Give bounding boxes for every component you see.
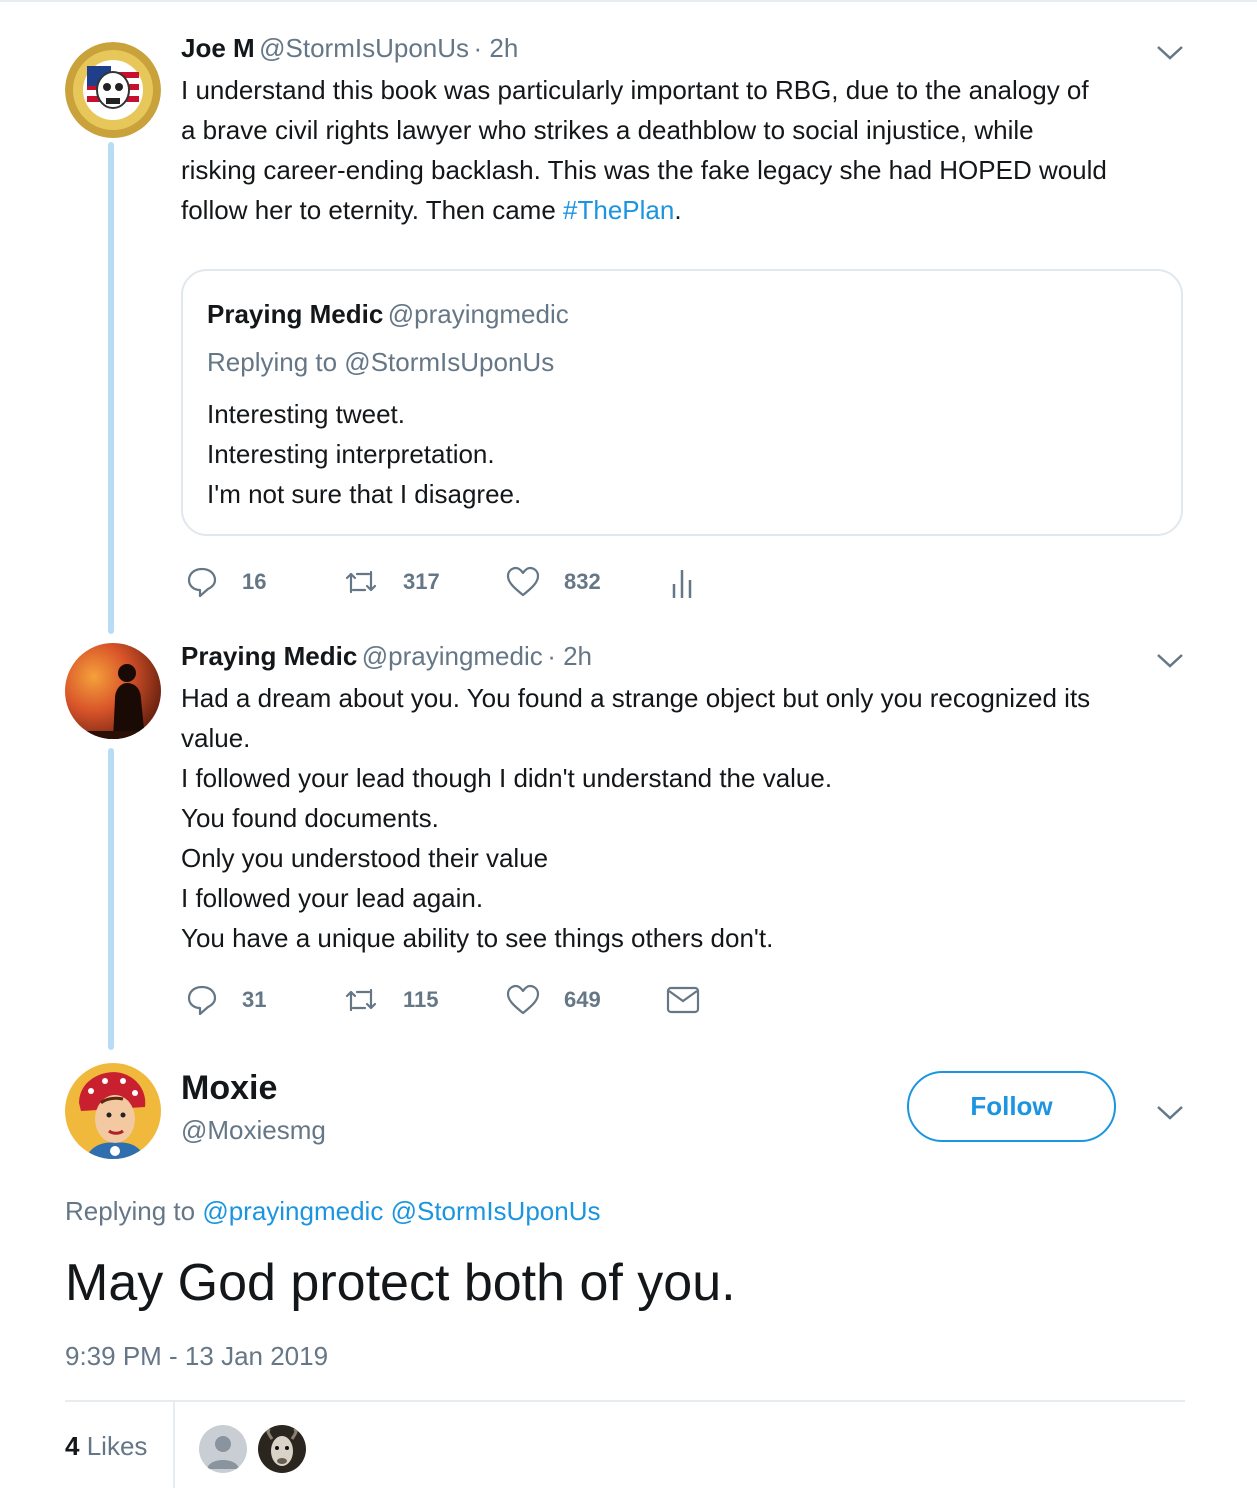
reply-button[interactable]: 31 bbox=[186, 984, 266, 1016]
main-author-handle[interactable]: @Moxiesmg bbox=[181, 1115, 326, 1146]
reply-button[interactable]: 16 bbox=[186, 566, 266, 598]
retweet-button[interactable]: 115 bbox=[343, 984, 439, 1016]
tweet2-header: Praying Medic @prayingmedic · 2h bbox=[181, 641, 592, 672]
silhouette-photo-icon bbox=[65, 643, 161, 739]
main-author-name[interactable]: Moxie bbox=[181, 1069, 277, 1108]
text-line: You have a unique ability to see things … bbox=[181, 923, 774, 953]
quote-text: Interesting tweet. Interesting interpret… bbox=[207, 394, 521, 514]
chevron-down-icon[interactable] bbox=[1155, 650, 1185, 670]
text-segment: follow her to eternity. Then came bbox=[181, 195, 564, 225]
text-segment: . bbox=[674, 195, 682, 225]
likes-label: Likes bbox=[86, 1431, 148, 1461]
like-button[interactable]: 832 bbox=[506, 566, 601, 598]
avatar-joe-m[interactable] bbox=[65, 42, 161, 138]
text-line: Only you understood their value bbox=[181, 843, 549, 873]
retweet-count: 317 bbox=[403, 569, 440, 594]
tweet1-text: I understand this book was particularly … bbox=[181, 70, 1107, 230]
reply-mention-link[interactable]: @StormIsUponUs bbox=[391, 1196, 601, 1226]
retweet-icon bbox=[345, 988, 377, 1012]
retweet-icon bbox=[345, 570, 377, 594]
tweet2-text: Had a dream about you. You found a stran… bbox=[181, 678, 1090, 958]
tweet-time[interactable]: · 2h bbox=[474, 33, 519, 63]
reply-icon bbox=[187, 567, 217, 598]
tweet1-header: Joe M @StormIsUponUs · 2h bbox=[181, 33, 518, 64]
text-line: I understand this book was particularly … bbox=[181, 75, 1089, 105]
main-tweet-text: May God protect both of you. bbox=[65, 1254, 736, 1312]
thread-line-2 bbox=[108, 748, 114, 1050]
author-name[interactable]: Joe M bbox=[181, 33, 255, 63]
goat-photo-icon bbox=[258, 1425, 306, 1473]
text-line: follow her to eternity. Then came #ThePl… bbox=[181, 190, 1107, 230]
like-count: 649 bbox=[564, 987, 601, 1012]
envelope-icon bbox=[666, 986, 700, 1014]
quote-replying-to: Replying to @StormIsUponUs bbox=[207, 347, 555, 377]
reply-count: 31 bbox=[242, 987, 267, 1012]
text-line: risking career-ending backlash. This was… bbox=[181, 155, 1107, 185]
liker-avatar[interactable] bbox=[258, 1425, 306, 1473]
retweet-button[interactable]: 317 bbox=[343, 566, 440, 598]
top-border bbox=[0, 0, 1257, 2]
quote-author-handle: @prayingmedic bbox=[387, 299, 569, 329]
made-in-usa-badge-icon bbox=[65, 42, 161, 138]
reply-count: 16 bbox=[242, 569, 267, 594]
liker-avatar[interactable] bbox=[199, 1425, 247, 1473]
likes-count: 4 bbox=[65, 1431, 80, 1461]
avatar-moxie[interactable] bbox=[65, 1063, 161, 1159]
like-count: 832 bbox=[564, 569, 601, 594]
author-name[interactable]: Praying Medic bbox=[181, 641, 357, 671]
divider bbox=[173, 1402, 175, 1488]
analytics-icon bbox=[672, 570, 692, 598]
quote-header: Praying Medic @prayingmedic bbox=[207, 299, 569, 330]
chevron-down-icon[interactable] bbox=[1155, 42, 1185, 62]
chevron-down-icon[interactable] bbox=[1155, 1102, 1185, 1122]
text-line: I followed your lead though I didn't und… bbox=[181, 763, 833, 793]
replying-to-label: Replying to bbox=[65, 1196, 196, 1226]
retweet-count: 115 bbox=[403, 987, 439, 1012]
author-handle[interactable]: @prayingmedic bbox=[362, 641, 543, 671]
hashtag-link[interactable]: #ThePlan bbox=[563, 195, 674, 225]
reply-icon bbox=[187, 985, 217, 1016]
heart-icon bbox=[506, 984, 540, 1015]
direct-message-button[interactable] bbox=[666, 986, 724, 1014]
text-line: Interesting interpretation. bbox=[207, 439, 495, 469]
follow-button[interactable]: Follow bbox=[907, 1071, 1116, 1142]
text-line: I'm not sure that I disagree. bbox=[207, 479, 522, 509]
author-handle[interactable]: @StormIsUponUs bbox=[259, 33, 469, 63]
default-profile-icon bbox=[199, 1425, 247, 1473]
like-button[interactable]: 649 bbox=[506, 984, 601, 1016]
likes-stat[interactable]: 4 Likes bbox=[65, 1431, 147, 1462]
heart-icon bbox=[506, 566, 540, 597]
reply-mention-link[interactable]: @prayingmedic bbox=[202, 1196, 383, 1226]
text-line: I followed your lead again. bbox=[181, 883, 484, 913]
text-line: value. bbox=[181, 723, 251, 753]
text-line: Interesting tweet. bbox=[207, 399, 405, 429]
divider bbox=[65, 1400, 1185, 1402]
replying-to: Replying to @prayingmedic @StormIsUponUs bbox=[65, 1196, 600, 1227]
analytics-button[interactable] bbox=[670, 566, 720, 600]
thread-line-1 bbox=[108, 142, 114, 634]
avatar-praying-medic[interactable] bbox=[65, 643, 161, 739]
tweet-timestamp[interactable]: 9:39 PM - 13 Jan 2019 bbox=[65, 1341, 328, 1372]
text-line: You found documents. bbox=[181, 803, 439, 833]
tweet-time[interactable]: · 2h bbox=[547, 641, 592, 671]
text-line: a brave civil rights lawyer who strikes … bbox=[181, 115, 1034, 145]
quote-author-name: Praying Medic bbox=[207, 299, 384, 329]
rosie-riveter-icon bbox=[65, 1063, 161, 1159]
text-line: Had a dream about you. You found a stran… bbox=[181, 683, 1091, 713]
